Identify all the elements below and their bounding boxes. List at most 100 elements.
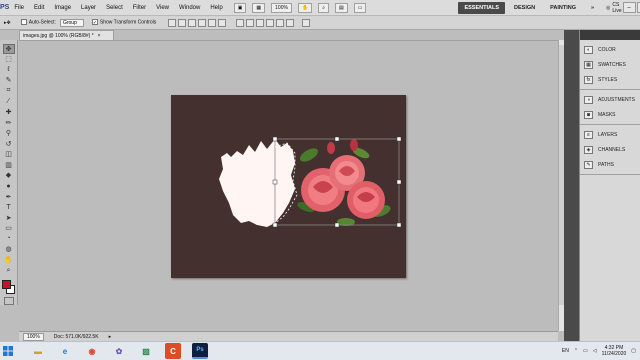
align-left-icon[interactable] [198,18,207,27]
history-brush-icon[interactable]: ↺ [3,139,15,149]
menu-select[interactable]: Select [101,5,128,11]
auto-select-check[interactable] [20,19,27,26]
status-doc-info[interactable]: Doc: 571.0K/922.5K [54,334,99,340]
distribute-vcenter-icon[interactable] [246,18,255,27]
workspace-design[interactable]: DESIGN [508,2,541,14]
hand-tool-icon[interactable]: ✋ [3,255,15,265]
shape-tool-icon[interactable]: ▭ [3,224,15,234]
type-tool-icon[interactable]: T [3,202,15,212]
show-transform-checkbox[interactable]: ✓ Show Transform Controls [91,19,156,26]
panel-swatches[interactable]: ▦ SWATCHES [580,57,640,72]
zoom-tool-icon[interactable]: ⌕ [318,2,329,13]
align-top-icon[interactable] [168,18,177,27]
panel-layers[interactable]: ≡ LAYERS [580,127,640,142]
crop-tool-icon[interactable]: ⌗ [3,86,15,96]
menu-edit[interactable]: Edit [29,5,49,11]
eyedropper-tool-icon[interactable]: ⁄ [3,97,15,107]
document-tab[interactable]: images.jpg @ 100% (RGB/8#) * × [19,30,114,40]
workspace-more[interactable]: » [585,2,600,14]
distribute-top-icon[interactable] [236,18,245,27]
volume-icon[interactable]: ◁ [593,348,597,354]
workspace-essentials[interactable]: ESSENTIALS [458,1,506,14]
menu-image[interactable]: Image [49,5,76,11]
zoom-level-select[interactable]: 100% [271,2,292,13]
cs-live[interactable]: ◎ CS Live [606,2,622,14]
color-swatches[interactable] [1,279,16,294]
quick-select-tool-icon[interactable]: ✎ [3,76,15,86]
dock-header[interactable] [580,30,640,40]
workspace-painting[interactable]: PAINTING [544,2,582,14]
show-transform-check[interactable]: ✓ [91,19,98,26]
dodge-tool-icon[interactable]: ● [3,181,15,191]
auto-select-checkbox[interactable]: Auto-Select: [20,19,56,26]
orange-app-icon[interactable]: C [165,343,181,359]
menu-filter[interactable]: Filter [128,5,151,11]
align-hcenter-icon[interactable] [208,18,217,27]
clock[interactable]: 4:32 PM 11/24/2020 [602,345,627,357]
file-explorer-icon[interactable]: ▬ [30,343,46,359]
network-icon[interactable]: ▭ [583,348,588,354]
clone-stamp-icon[interactable]: ⚲ [3,128,15,138]
bridge-icon[interactable]: ▣ [233,2,247,13]
arrange-documents-icon[interactable]: ▤ [335,2,348,13]
menu-window[interactable]: Window [174,5,205,11]
distribute-hcenter-icon[interactable] [276,18,285,27]
3d-rotate-icon[interactable]: ◔ [3,234,15,244]
layers-panel-icon: ≡ [584,130,593,139]
view-extras-icon[interactable]: ▦ [252,2,266,13]
hand-tool-icon[interactable]: ✋ [297,2,313,13]
panel-adjustments[interactable]: ◑ ADJUSTMENTS [580,92,640,107]
eraser-tool-icon[interactable]: ◫ [3,150,15,160]
pen-tool-icon[interactable]: ✒ [3,192,15,202]
adjustments-panel-icon: ◑ [584,95,593,104]
gradient-tool-icon[interactable]: ▥ [3,160,15,170]
align-vcenter-icon[interactable] [178,18,187,27]
lasso-tool-icon[interactable]: ℓ [3,65,15,75]
panel-color[interactable]: ◐ COLOR [580,42,640,57]
paint-app-icon[interactable]: ✿ [111,343,127,359]
tray-lang[interactable]: EN [562,348,569,354]
notification-icon[interactable]: ▢ [631,348,636,354]
menu-file[interactable]: File [9,5,29,11]
chrome-icon[interactable]: ◉ [84,343,100,359]
status-arrow-icon[interactable]: ▸ [109,334,112,340]
distribute-right-icon[interactable] [286,18,295,27]
panel-group-adjustments: ◑ ADJUSTMENTS ◙ MASKS [580,90,640,125]
zoom-tool-icon[interactable]: ⌕ [3,266,15,276]
minimize-icon[interactable]: – [622,2,636,13]
align-right-icon[interactable] [218,18,227,27]
tray-chevron-icon[interactable]: ⌃ [574,348,578,354]
quick-mask-icon[interactable] [3,297,14,305]
blur-tool-icon[interactable]: ◆ [3,171,15,181]
align-bottom-icon[interactable] [188,18,197,27]
white-rose-silhouette [219,139,295,227]
image-canvas[interactable] [171,95,406,278]
marquee-tool-icon[interactable]: ⬚ [3,55,15,65]
menu-help[interactable]: Help [205,5,227,11]
photoshop-taskbar-icon[interactable]: Ps [192,343,208,359]
panel-styles[interactable]: fx STYLES [580,72,640,87]
move-tool-preset-icon[interactable]: ▸✥ [4,20,11,26]
screen-mode-icon[interactable]: ▭ [353,2,367,13]
status-zoom-field[interactable]: 100% [23,332,44,341]
move-tool-icon[interactable]: ✥ [2,43,15,54]
path-select-icon[interactable]: ➤ [3,213,15,223]
menu-layer[interactable]: Layer [76,5,101,11]
panel-channels[interactable]: ◈ CHANNELS [580,142,640,157]
foreground-color-swatch[interactable] [1,279,11,289]
edge-browser-icon[interactable]: e [57,343,73,359]
restore-icon[interactable]: ❐ [636,2,640,13]
distribute-bottom-icon[interactable] [256,18,265,27]
document-tab-close[interactable]: × [98,33,101,39]
auto-select-dropdown[interactable]: Group [59,18,84,27]
menu-view[interactable]: View [151,5,174,11]
green-app-icon[interactable]: ▨ [138,343,154,359]
3d-orbit-icon[interactable]: ◍ [3,245,15,255]
auto-align-icon[interactable] [302,18,311,27]
distribute-left-icon[interactable] [266,18,275,27]
healing-brush-icon[interactable]: ✚ [3,107,15,117]
brush-tool-icon[interactable]: ✏ [3,118,15,128]
start-button[interactable] [0,343,16,359]
panel-masks[interactable]: ◙ MASKS [580,107,640,122]
panel-paths[interactable]: ✎ PATHS [580,157,640,172]
